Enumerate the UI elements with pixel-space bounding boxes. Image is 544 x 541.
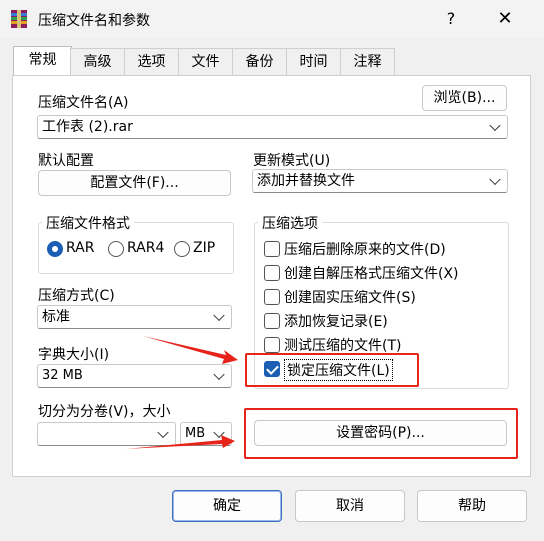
annotation-arrow-icon xyxy=(125,435,235,449)
annotation-arrows xyxy=(125,336,238,449)
annotation-arrow-icon xyxy=(143,336,238,364)
archive-dialog: 压缩文件名和参数 ? ✕ 常规 高级 选项 文件 备份 时间 注释 压缩文件名(… xyxy=(0,0,544,541)
